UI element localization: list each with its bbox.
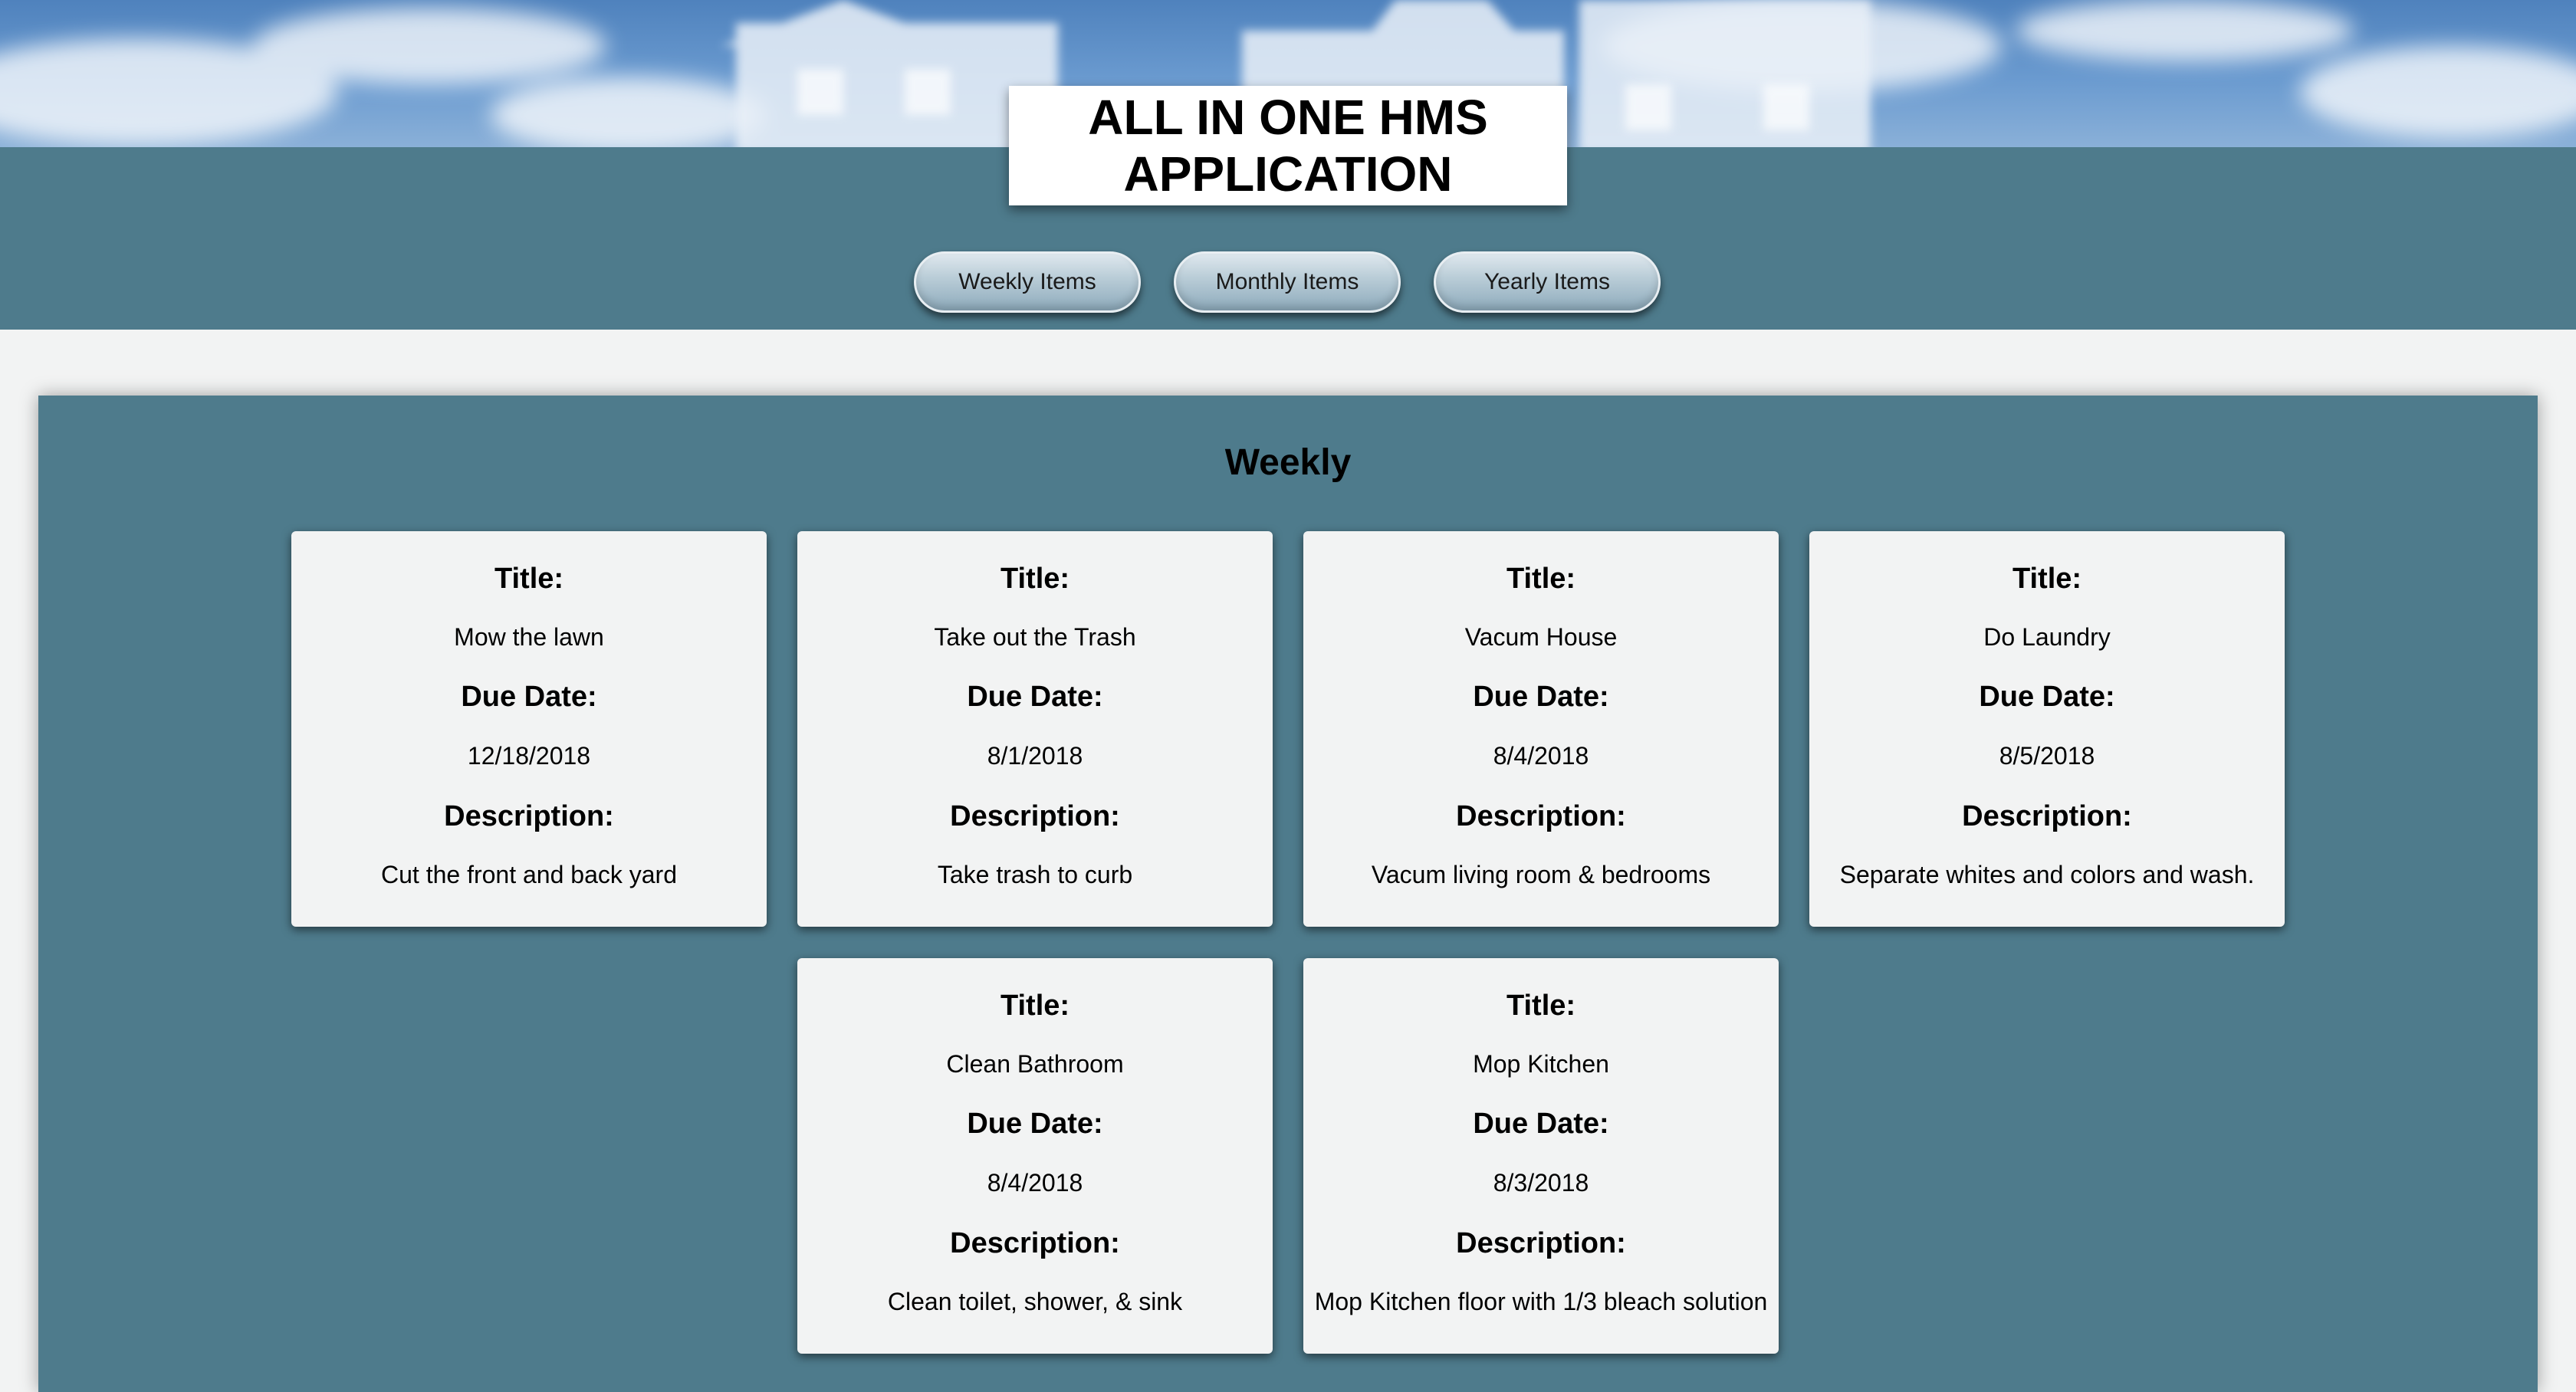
task-description: Take trash to curb xyxy=(937,861,1133,888)
task-title: Do Laundry xyxy=(1983,623,2111,651)
header: ALL IN ONE HMS APPLICATION Weekly Items … xyxy=(0,0,2576,330)
task-due-date: 8/3/2018 xyxy=(1493,1169,1589,1197)
title-label: Title: xyxy=(1506,990,1576,1022)
task-card: Title: Take out the Trash Due Date: 8/1/… xyxy=(797,531,1273,927)
task-title: Take out the Trash xyxy=(934,623,1136,651)
title-label: Title: xyxy=(1506,563,1576,595)
task-due-date: 8/5/2018 xyxy=(1999,742,2095,770)
app-title-box: ALL IN ONE HMS APPLICATION xyxy=(1009,86,1567,205)
due-date-label: Due Date: xyxy=(967,1108,1103,1140)
task-title: Mow the lawn xyxy=(454,623,604,651)
nav-bar: Weekly Items Monthly Items Yearly Items xyxy=(0,251,2576,314)
due-date-label: Due Date: xyxy=(1979,681,2115,713)
task-description: Mop Kitchen floor with 1/3 bleach soluti… xyxy=(1314,1288,1768,1315)
task-description: Vacum living room & bedrooms xyxy=(1371,861,1711,888)
yearly-items-button[interactable]: Yearly Items xyxy=(1434,251,1661,313)
task-card: Title: Mop Kitchen Due Date: 8/3/2018 De… xyxy=(1303,958,1779,1354)
task-due-date: 8/4/2018 xyxy=(1493,742,1589,770)
task-due-date: 8/4/2018 xyxy=(987,1169,1083,1197)
description-label: Description: xyxy=(950,800,1120,832)
app-title: ALL IN ONE HMS APPLICATION xyxy=(1088,90,1488,202)
task-card: Title: Mow the lawn Due Date: 12/18/2018… xyxy=(291,531,767,927)
task-description: Clean toilet, shower, & sink xyxy=(887,1288,1183,1315)
title-label: Title: xyxy=(1000,563,1070,595)
description-label: Description: xyxy=(1456,800,1626,832)
task-description: Separate whites and colors and wash. xyxy=(1839,861,2255,888)
title-label: Title: xyxy=(494,563,564,595)
description-label: Description: xyxy=(950,1227,1120,1259)
task-title: Mop Kitchen xyxy=(1473,1050,1609,1078)
task-due-date: 12/18/2018 xyxy=(467,742,591,770)
task-description: Cut the front and back yard xyxy=(381,861,677,888)
monthly-items-button[interactable]: Monthly Items xyxy=(1174,251,1401,313)
section-heading: Weekly xyxy=(1224,442,1352,483)
due-date-label: Due Date: xyxy=(461,681,597,713)
description-label: Description: xyxy=(1962,800,2132,832)
description-label: Description: xyxy=(1456,1227,1626,1259)
task-title: Clean Bathroom xyxy=(946,1050,1124,1078)
task-card: Title: Do Laundry Due Date: 8/5/2018 Des… xyxy=(1809,531,2285,927)
title-label: Title: xyxy=(2012,563,2082,595)
task-card: Title: Clean Bathroom Due Date: 8/4/2018… xyxy=(797,958,1273,1354)
weekly-items-button[interactable]: Weekly Items xyxy=(914,251,1141,313)
due-date-label: Due Date: xyxy=(1473,1108,1609,1140)
task-due-date: 8/1/2018 xyxy=(987,742,1083,770)
title-label: Title: xyxy=(1000,990,1070,1022)
task-title: Vacum House xyxy=(1464,623,1618,651)
due-date-label: Due Date: xyxy=(1473,681,1609,713)
due-date-label: Due Date: xyxy=(967,681,1103,713)
description-label: Description: xyxy=(444,800,614,832)
task-card: Title: Vacum House Due Date: 8/4/2018 De… xyxy=(1303,531,1779,927)
